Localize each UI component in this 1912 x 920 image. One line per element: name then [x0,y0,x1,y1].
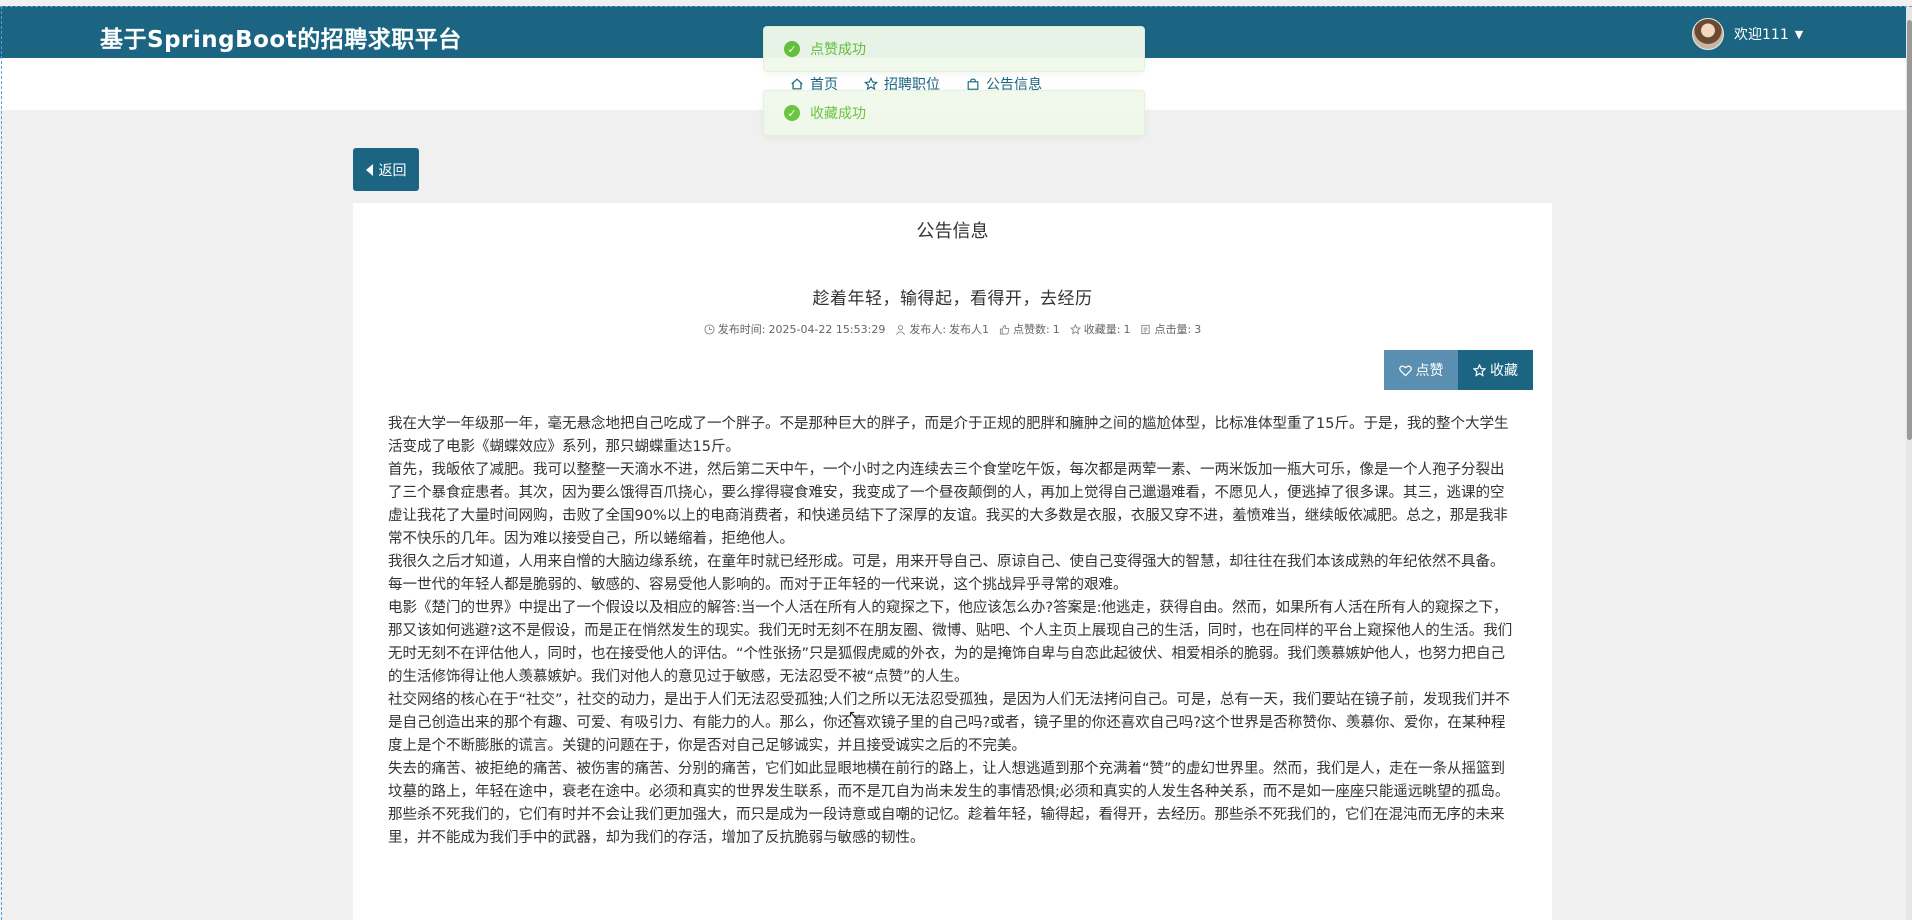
home-icon [791,78,803,90]
article-content: 我在大学一年级那一年，毫无悬念地把自己吃成了一个胖子。不是那种巨大的胖子，而是介… [388,413,1518,850]
caret-left-icon [365,163,373,176]
meta-value: 2025-04-22 15:53:29 [768,322,886,336]
brand-title: 基于SpringBoot的招聘求职平台 [100,27,462,53]
like-button[interactable]: 点赞 [1384,350,1458,390]
user-menu[interactable]: 欢迎111 ▼ [1692,18,1803,50]
meta-value: 发布人1 [949,323,990,336]
back-button[interactable]: 返回 [353,148,419,191]
star-icon [1473,363,1486,377]
document-icon [1141,324,1151,334]
toast-favorite-success: ✓ 收藏成功 [763,90,1145,136]
meta-value: 3 [1194,322,1202,336]
user-icon [896,324,906,335]
like-button-label: 点赞 [1415,363,1444,379]
notice-detail-card: 公告信息 趁着年轻，输得起，看得开，去经历 发布时间: 2025-04-22 1… [353,203,1552,920]
avatar[interactable] [1692,18,1724,50]
toast-like-success: ✓ 点赞成功 [763,26,1145,72]
meta-value: 1 [1123,322,1131,336]
article-title: 趁着年轻，输得起，看得开，去经历 [812,289,1093,309]
meta-label: 点赞数: [1013,323,1050,336]
heart-icon [1398,364,1412,376]
meta-label: 点击量: [1154,323,1192,336]
content-paragraph: 失去的痛苦、被拒绝的痛苦、被伤害的痛苦、分别的痛苦，它们如此显眼地横在前行的路上… [388,761,1510,800]
meta-likes: 点赞数: 1 [999,321,1060,337]
toast-text: 收藏成功 [810,106,866,122]
meta-value: 1 [1052,322,1060,336]
meta-clicks: 点击量: 3 [1140,321,1201,337]
favorite-button[interactable]: 收藏 [1458,350,1533,390]
meta-author: 发布人: 发布人1 [895,321,989,337]
star-icon [864,77,878,91]
clock-icon [704,323,715,335]
check-circle-icon: ✓ [784,41,800,57]
content-paragraph: 社交网络的核心在于“社交”，社交的动力，是出于人们无法忍受孤独;人们之所以无法忍… [388,692,1510,754]
toast-text: 点赞成功 [810,42,866,58]
content-paragraph: 那些杀不死我们的，它们有时并不会让我们更加强大，而只是成为一段诗意或自嘲的记忆。… [388,807,1505,846]
mouse-cursor-icon: ↖ [848,708,860,724]
content-paragraph: 电影《楚门的世界》中提出了一个假设以及相应的解答:当一个人活在所有人的窥探之下，… [388,600,1513,685]
meta-label: 发布人: [909,323,947,336]
star-icon [1069,323,1081,335]
content-paragraph: 我很久之后才知道，人用来自憎的大脑边缘系统，在童年时就已经形成。可是，用来开导自… [388,554,1505,593]
content-paragraph: 首先，我皈依了减肥。我可以整整一天滴水不进，然后第二天中午，一个小时之内连续去三… [388,462,1508,547]
meta-favorites: 收藏量: 1 [1069,321,1131,337]
bag-icon [967,78,979,90]
selection-outline-left [1,6,2,920]
meta-label: 收藏量: [1083,323,1121,336]
thumb-up-icon [999,324,1010,335]
scrollbar-thumb[interactable] [1907,20,1912,440]
check-circle-icon: ✓ [784,105,800,121]
article-meta: 发布时间: 2025-04-22 15:53:29 发布人: 发布人1 点赞数:… [353,321,1552,337]
selection-outline-top [0,6,1912,7]
content-paragraph: 我在大学一年级那一年，毫无悬念地把自己吃成了一个胖子。不是那种巨大的胖子，而是介… [388,416,1509,455]
article-actions: 点赞 收藏 [1384,350,1533,390]
user-greeting: 欢迎111 [1734,27,1789,43]
favorite-button-label: 收藏 [1490,363,1518,379]
meta-publish-time: 发布时间: 2025-04-22 15:53:29 [704,321,886,337]
meta-label: 发布时间: [717,323,766,336]
section-title: 公告信息 [916,221,989,242]
caret-down-icon: ▼ [1794,27,1804,41]
back-button-label: 返回 [378,162,407,179]
